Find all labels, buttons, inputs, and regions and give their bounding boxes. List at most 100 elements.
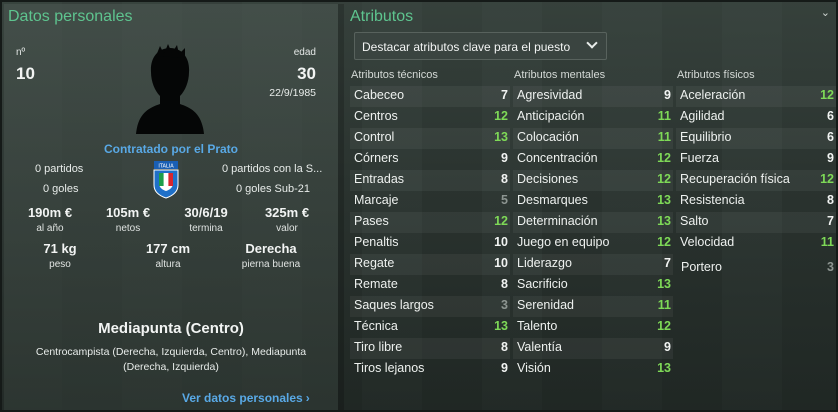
attribute-row[interactable]: Técnica 13 xyxy=(350,317,510,338)
attribute-row[interactable]: Velocidad 11 xyxy=(676,233,836,254)
personal-data-title: Datos personales xyxy=(8,8,133,25)
highlight-attributes-dropdown[interactable]: Destacar atributos clave para el puesto xyxy=(354,32,607,60)
position-detail: Centrocampista (Derecha, Izquierda, Cent… xyxy=(35,346,307,373)
view-personal-data-label: Ver datos personales xyxy=(182,391,303,405)
attribute-name: Valentía xyxy=(517,340,562,354)
attribute-row[interactable]: Concentración 12 xyxy=(513,149,673,170)
attribute-value: 12 xyxy=(657,151,671,165)
attribute-row[interactable]: Anticipación 11 xyxy=(513,107,673,128)
attribute-value: 3 xyxy=(501,298,508,312)
attribute-value: 9 xyxy=(664,340,671,354)
attribute-row[interactable]: Resistencia 8 xyxy=(676,191,836,212)
attribute-row[interactable]: Agresividad 9 xyxy=(513,86,673,107)
attribute-name: Resistencia xyxy=(680,193,745,207)
attribute-row[interactable]: Regate 10 xyxy=(350,254,510,275)
attribute-row[interactable]: Liderazgo 7 xyxy=(513,254,673,275)
squad-number-label: nº xyxy=(16,47,26,58)
attribute-name: Determinación xyxy=(517,214,598,228)
attribute-value: 7 xyxy=(664,256,671,270)
attribute-value: 7 xyxy=(501,88,508,102)
attribute-row[interactable]: Tiro libre 8 xyxy=(350,338,510,359)
attribute-name: Visión xyxy=(517,361,551,375)
attribute-row[interactable]: Penaltis 10 xyxy=(350,233,510,254)
attribute-row[interactable]: Talento 12 xyxy=(513,317,673,338)
attribute-row[interactable]: Aceleración 12 xyxy=(676,86,836,107)
attribute-row[interactable]: Portero 3 xyxy=(676,258,836,279)
attribute-name: Salto xyxy=(680,214,709,228)
attribute-row[interactable]: Valentía 9 xyxy=(513,338,673,359)
attribute-row[interactable]: Colocación 11 xyxy=(513,128,673,149)
attribute-row[interactable]: Serenidad 11 xyxy=(513,296,673,317)
attribute-name: Saques largos xyxy=(354,298,434,312)
view-personal-data-link[interactable]: Ver datos personales › xyxy=(182,391,310,405)
attribute-value: 10 xyxy=(494,235,508,249)
attribute-value: 13 xyxy=(657,193,671,207)
chevron-down-icon xyxy=(586,37,598,49)
attribute-row[interactable]: Entradas 8 xyxy=(350,170,510,191)
attribute-value: 12 xyxy=(657,235,671,249)
attribute-row[interactable]: Centros 12 xyxy=(350,107,510,128)
attribute-name: Decisiones xyxy=(517,172,579,186)
attribute-value: 11 xyxy=(657,298,671,312)
chevron-right-icon: › xyxy=(305,391,310,405)
attribute-row[interactable]: Determinación 13 xyxy=(513,212,673,233)
attribute-name: Agresividad xyxy=(517,88,583,102)
attribute-row[interactable]: Control 13 xyxy=(350,128,510,149)
attribute-row[interactable]: Remate 8 xyxy=(350,275,510,296)
attribute-name: Penaltis xyxy=(354,235,399,249)
italy-federation-badge-icon[interactable]: ITALIA xyxy=(150,161,182,199)
attribute-row[interactable]: Decisiones 12 xyxy=(513,170,673,191)
attribute-value: 12 xyxy=(820,88,834,102)
attribute-name: Juego en equipo xyxy=(517,235,610,249)
attribute-value: 13 xyxy=(657,277,671,291)
net-wage-label: netos xyxy=(115,223,141,234)
national-team-matches: 0 partidos con la S... xyxy=(222,163,323,175)
attribute-row[interactable]: Sacrificio 13 xyxy=(513,275,673,296)
attribute-value: 8 xyxy=(827,193,834,207)
player-silhouette-icon xyxy=(136,44,204,134)
attribute-name: Sacrificio xyxy=(517,277,568,291)
attribute-row[interactable]: Desmarques 13 xyxy=(513,191,673,212)
attribute-name: Marcaje xyxy=(354,193,399,207)
attribute-value: 8 xyxy=(501,172,508,186)
attribute-value: 13 xyxy=(657,214,671,228)
attribute-name: Portero xyxy=(681,260,722,274)
attribute-row[interactable]: Saques largos 3 xyxy=(350,296,510,317)
contract-origin[interactable]: Contratado por el Prato xyxy=(4,142,338,156)
weight-label: peso xyxy=(49,259,71,270)
attribute-row[interactable]: Tiros lejanos 9 xyxy=(350,359,510,380)
panel-options-chevron-icon[interactable]: ⌄ xyxy=(821,6,830,19)
attribute-row[interactable]: Marcaje 5 xyxy=(350,191,510,212)
attribute-row[interactable]: Agilidad 6 xyxy=(676,107,836,128)
attribute-row[interactable]: Salto 7 xyxy=(676,212,836,233)
attribute-row[interactable]: Córners 9 xyxy=(350,149,510,170)
market-value-label: valor xyxy=(276,223,298,234)
attribute-name: Técnica xyxy=(354,319,398,333)
attribute-row[interactable]: Fuerza 9 xyxy=(676,149,836,170)
contract-expiry-label: termina xyxy=(189,223,223,234)
attribute-value: 12 xyxy=(657,319,671,333)
attribute-value: 3 xyxy=(827,260,834,274)
contract-expiry: 30/6/19 xyxy=(184,205,228,220)
attribute-value: 10 xyxy=(494,256,508,270)
attribute-name: Concentración xyxy=(517,151,598,165)
age-label: edad xyxy=(293,47,316,58)
attribute-name: Regate xyxy=(354,256,395,270)
attribute-value: 9 xyxy=(664,88,671,102)
attribute-row[interactable]: Pases 12 xyxy=(350,212,510,233)
attribute-value: 6 xyxy=(827,109,834,123)
market-value: 325m € xyxy=(264,205,310,220)
attribute-row[interactable]: Recuperación física 12 xyxy=(676,170,836,191)
attribute-value: 12 xyxy=(494,214,508,228)
attribute-row[interactable]: Cabeceo 7 xyxy=(350,86,510,107)
attribute-row[interactable]: Visión 13 xyxy=(513,359,673,380)
attribute-name: Serenidad xyxy=(517,298,574,312)
attribute-row[interactable]: Juego en equipo 12 xyxy=(513,233,673,254)
attribute-name: Agilidad xyxy=(680,109,725,123)
club-matches: 0 partidos xyxy=(35,163,84,175)
attribute-name: Remate xyxy=(354,277,398,291)
height-value: 177 cm xyxy=(145,241,191,256)
squad-number: 10 xyxy=(16,64,35,83)
attribute-row[interactable]: Equilibrio 6 xyxy=(676,128,836,149)
preferred-foot-label: pierna buena xyxy=(241,259,301,270)
